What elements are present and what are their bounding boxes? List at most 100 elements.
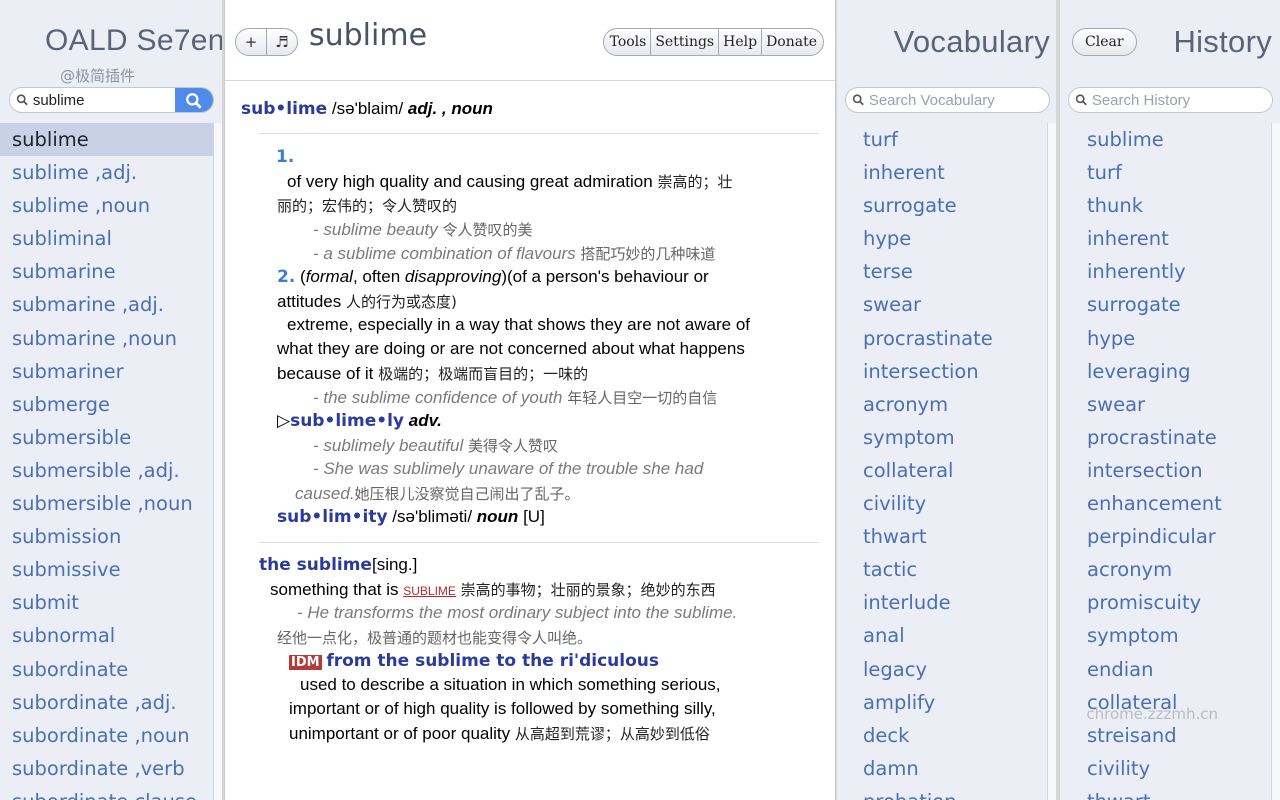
word-index-item[interactable]: submerge: [0, 388, 213, 421]
vocabulary-item[interactable]: symptom: [837, 421, 1046, 454]
vocabulary-item[interactable]: probation: [837, 785, 1046, 800]
vocabulary-search-input[interactable]: [868, 91, 1049, 109]
vocabulary-scrollbar[interactable]: [1047, 123, 1056, 800]
vocabulary-item[interactable]: inherent: [837, 156, 1046, 189]
add-to-vocabulary-button[interactable]: +: [235, 28, 267, 56]
entry-headword: sub•lime: [241, 99, 328, 119]
vocabulary-item[interactable]: interlude: [837, 586, 1046, 619]
word-index-item[interactable]: submarine: [0, 255, 213, 288]
search-icon: [186, 93, 202, 109]
history-item[interactable]: inherent: [1060, 222, 1270, 255]
word-index-item[interactable]: subordinate ,adj.: [0, 686, 213, 719]
history-item[interactable]: symptom: [1060, 619, 1270, 652]
history-item[interactable]: civility: [1060, 752, 1270, 785]
vocabulary-item[interactable]: damn: [837, 752, 1046, 785]
cross-reference-link[interactable]: sublime: [403, 580, 456, 599]
history-item[interactable]: thunk: [1060, 189, 1270, 222]
history-item[interactable]: procrastinate: [1060, 421, 1270, 454]
history-item[interactable]: acronym: [1060, 553, 1270, 586]
history-item[interactable]: turf: [1060, 156, 1270, 189]
vocabulary-item[interactable]: terse: [837, 255, 1046, 288]
play-audio-button[interactable]: ♬: [266, 28, 298, 56]
history-item[interactable]: promiscuity: [1060, 586, 1270, 619]
word-index-item[interactable]: subordinate clause: [0, 785, 213, 800]
word-search-box: [9, 87, 214, 113]
derivative-headword: sub•lim•ity /sə'blimǝti/ noun [U]: [277, 507, 545, 527]
word-index-item[interactable]: subordinate: [0, 653, 213, 686]
word-index-item[interactable]: sublime ,adj.: [0, 156, 213, 189]
history-item[interactable]: surrogate: [1060, 288, 1270, 321]
noun-headword: the sublime[sing.]: [259, 555, 418, 575]
history-item[interactable]: endian: [1060, 653, 1270, 686]
history-scrollbar[interactable]: [1271, 123, 1280, 800]
history-title: History: [1173, 24, 1272, 59]
derivative-headword: ▷sub•lime•ly adv.: [277, 411, 442, 431]
word-index-item[interactable]: submission: [0, 520, 213, 553]
clear-history-button[interactable]: Clear: [1072, 28, 1137, 56]
vocabulary-item[interactable]: thwart: [837, 520, 1046, 553]
word-index-item[interactable]: submissive: [0, 553, 213, 586]
history-item[interactable]: enhancement: [1060, 487, 1270, 520]
vocabulary-item[interactable]: surrogate: [837, 189, 1046, 222]
word-index-list: sublime sublime ,adj. sublime ,noun sublimi…: [0, 123, 213, 800]
history-item[interactable]: thwart: [1060, 785, 1270, 800]
history-panel: Clear History sublimeturfthunkinherentin…: [1058, 0, 1280, 800]
word-index-item[interactable]: submersible ,adj.: [0, 454, 213, 487]
vocabulary-item[interactable]: anal: [837, 619, 1046, 652]
vocabulary-item[interactable]: collateral: [837, 454, 1046, 487]
word-index-item[interactable]: submarine ,adj.: [0, 288, 213, 321]
history-item[interactable]: sublime: [1060, 123, 1270, 156]
idiom-definition: used to describe a situation in which so…: [300, 675, 721, 694]
vocabulary-item[interactable]: legacy: [837, 653, 1046, 686]
vocabulary-item[interactable]: acronym: [837, 388, 1046, 421]
word-index-item[interactable]: submersible ,noun: [0, 487, 213, 520]
part-of-speech: adj. , noun: [407, 99, 493, 118]
history-item[interactable]: hype: [1060, 322, 1270, 355]
idiom-headword: IDM from the sublime to the ri'diculous: [289, 651, 660, 671]
history-item[interactable]: inherently: [1060, 255, 1270, 288]
vocabulary-item[interactable]: swear: [837, 288, 1046, 321]
word-index-item[interactable]: sublime: [0, 123, 213, 157]
history-search-input[interactable]: [1091, 91, 1272, 109]
sense-definition: of very high quality and causing great a…: [287, 172, 733, 191]
vocabulary-item[interactable]: civility: [837, 487, 1046, 520]
word-index-item[interactable]: submersible: [0, 421, 213, 454]
tools-button[interactable]: Tools: [604, 29, 652, 55]
idiom-definition: important or of high quality is followed…: [289, 699, 716, 718]
search-icon: [852, 94, 864, 106]
word-index-item[interactable]: subnormal: [0, 619, 213, 652]
example-sentence: caused.她压根儿没察觉自己闹出了乱子。: [295, 484, 580, 503]
vocabulary-item[interactable]: turf: [837, 123, 1046, 156]
word-index-item[interactable]: subliminal: [0, 222, 213, 255]
history-item[interactable]: streisand: [1060, 719, 1270, 752]
history-item[interactable]: perpindicular: [1060, 520, 1270, 553]
sense-label: 2. (formal, often disapproving)(of a per…: [277, 267, 709, 287]
vocabulary-item[interactable]: deck: [837, 719, 1046, 752]
vocabulary-item[interactable]: procrastinate: [837, 322, 1046, 355]
vocabulary-item[interactable]: tactic: [837, 553, 1046, 586]
word-index-item[interactable]: submit: [0, 586, 213, 619]
donate-button[interactable]: Donate: [762, 29, 823, 55]
word-index-item[interactable]: submarine ,noun: [0, 322, 213, 355]
history-item[interactable]: intersection: [1060, 454, 1270, 487]
word-index-panel: OALD Se7en @极简插件 sublimesublime ,adj.sub…: [0, 0, 222, 800]
vocabulary-item[interactable]: hype: [837, 222, 1046, 255]
help-button[interactable]: Help: [719, 29, 763, 55]
search-icon: [1075, 94, 1087, 106]
word-index-scrollbar[interactable]: [213, 123, 222, 800]
pronunciation: /sə'blaim/: [331, 99, 404, 118]
example-sentence: - sublimely beautiful 美得令人赞叹: [313, 436, 558, 455]
word-index-item[interactable]: sublime ,noun: [0, 189, 213, 222]
word-index-item[interactable]: submariner: [0, 355, 213, 388]
history-item[interactable]: swear: [1060, 388, 1270, 421]
word-index-item[interactable]: subordinate ,noun: [0, 719, 213, 752]
search-button[interactable]: [175, 88, 213, 112]
settings-button[interactable]: Settings: [651, 29, 720, 55]
definition-panel: + ♬ sublime Tools Settings Help Donate s…: [224, 0, 836, 800]
vocabulary-item[interactable]: amplify: [837, 686, 1046, 719]
history-item[interactable]: leveraging: [1060, 355, 1270, 388]
vocabulary-item[interactable]: intersection: [837, 355, 1046, 388]
divider: [259, 133, 819, 134]
word-index-item[interactable]: subordinate ,verb: [0, 752, 213, 785]
sense-number: 1.: [276, 147, 295, 167]
